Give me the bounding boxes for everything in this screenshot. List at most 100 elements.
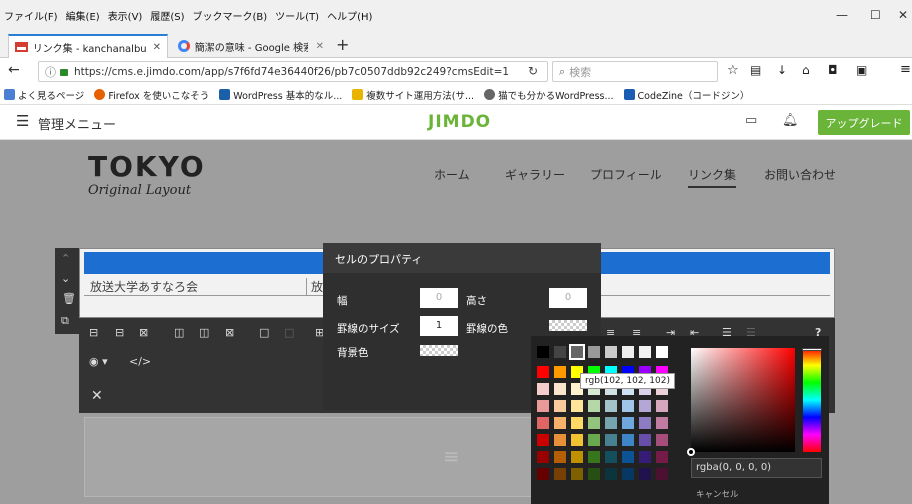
overflow-menu-icon[interactable]: ≡ [900,62,911,77]
bookmark-item[interactable]: 猫でも分かるWordPress... [484,88,614,102]
code-icon[interactable]: </> [129,355,151,368]
bell-icon[interactable]: 🔔︎ [782,113,799,128]
menu-history[interactable]: 履歴(S) [150,8,184,23]
bookmark-item[interactable]: 複数サイト運用方法(サ... [352,88,474,102]
saturation-area[interactable] [687,348,795,456]
bookmark-item[interactable]: CodeZine（コードジン） [623,88,749,102]
color-swatch[interactable] [588,468,600,480]
color-swatch[interactable] [588,451,600,463]
color-swatch[interactable] [554,346,566,358]
menu-view[interactable]: 表示(V) [108,8,143,23]
color-swatch[interactable] [537,400,549,412]
upgrade-button[interactable]: アップグレード [818,110,910,135]
color-swatch[interactable] [537,451,549,463]
search-field[interactable]: ⌕ 検索 [552,61,718,82]
color-swatch[interactable] [554,366,566,378]
width-input[interactable]: 0 [420,288,458,308]
color-swatch[interactable] [554,468,566,480]
move-up-icon[interactable]: ⌃ [61,252,70,265]
color-swatch[interactable] [588,417,600,429]
nav-item-gallery[interactable]: ギャラリー [505,166,565,183]
color-swatch[interactable] [569,344,585,360]
download-icon[interactable]: ↓ [777,63,787,77]
tab-google[interactable]: 簡潔の意味 - Google 検索 ✕ [172,34,330,58]
home-icon[interactable]: ⌂ [802,63,810,77]
bookmark-item[interactable]: WordPress 基本的なル... [219,88,342,102]
color-swatch[interactable] [622,434,634,446]
window-minimize-button[interactable]: — [836,8,848,22]
color-swatch[interactable] [622,346,634,358]
color-swatch[interactable] [605,468,617,480]
color-swatch[interactable] [656,400,668,412]
window-maximize-button[interactable]: ☐ [870,8,881,22]
color-swatch[interactable] [622,468,634,480]
hamburger-icon[interactable]: ☰ [16,112,29,130]
bookmark-item[interactable]: Firefox を使いこなそう [94,88,209,102]
color-swatch[interactable] [537,417,549,429]
menu-edit[interactable]: 編集(E) [66,8,100,23]
color-swatch[interactable] [571,468,583,480]
admin-menu-label[interactable]: 管理メニュー [38,114,116,133]
nav-item-contact[interactable]: お問い合わせ [764,166,836,183]
color-swatch[interactable] [656,417,668,429]
nav-item-home[interactable]: ホーム [434,166,470,183]
color-swatch[interactable] [605,434,617,446]
copy-icon[interactable]: ⧉ [61,314,69,328]
color-swatch[interactable] [622,451,634,463]
star-icon[interactable]: ☆ [727,63,739,78]
reader-icon[interactable]: ▤ [750,63,761,77]
paint-bucket-icon[interactable]: ◉ ▾ [89,355,108,368]
close-icon[interactable]: ✕ [91,388,103,404]
insert-col-right-icon[interactable]: ◫ [199,326,209,339]
color-swatch[interactable] [605,346,617,358]
color-swatch[interactable] [537,434,549,446]
tab-close-icon[interactable]: ✕ [153,42,161,53]
color-swatch[interactable] [537,468,549,480]
color-swatch[interactable] [656,468,668,480]
window-close-button[interactable]: ✕ [898,8,908,22]
move-down-icon[interactable]: ⌄ [61,272,70,285]
color-swatch[interactable] [537,383,549,395]
color-swatch[interactable] [554,417,566,429]
info-icon[interactable]: ⓘ [45,64,56,80]
color-swatch[interactable] [571,417,583,429]
color-swatch[interactable] [639,400,651,412]
hue-handle[interactable] [802,348,822,351]
color-swatch[interactable] [605,400,617,412]
table-cell[interactable]: 放送大学あすなろ会 [90,278,198,295]
border-size-input[interactable]: 1 [420,316,458,336]
color-swatch[interactable] [639,417,651,429]
color-swatch[interactable] [639,346,651,358]
saturation-cursor[interactable] [687,448,695,456]
color-swatch[interactable] [588,346,600,358]
nav-item-links[interactable]: リンク集 [688,166,737,188]
cell-border-icon[interactable]: □ [259,326,269,339]
insert-row-below-icon[interactable]: ⊟ [115,326,124,339]
back-arrow-icon[interactable]: ← [8,62,20,78]
url-field[interactable]: ⓘ https://cms.e.jimdo.com/app/s7f6fd74e3… [38,61,548,82]
tab-links[interactable]: リンク集 - kanchanalbumsite ✕ [8,34,168,58]
color-swatch[interactable] [622,417,634,429]
color-swatch[interactable] [537,366,549,378]
color-swatch[interactable] [554,383,566,395]
menu-bookmarks[interactable]: ブックマーク(B) [193,8,268,23]
border-color-swatch[interactable] [549,320,587,331]
delete-col-icon[interactable]: ⊠ [225,326,234,339]
trash-icon[interactable]: 🗑︎ [62,292,76,305]
insert-row-above-icon[interactable]: ⊟ [89,326,98,339]
screenshot-icon[interactable]: ▣ [856,63,867,77]
cell-no-border-icon[interactable]: □ [284,326,294,339]
color-swatch[interactable] [639,468,651,480]
new-tab-button[interactable]: + [336,35,349,54]
rgba-input[interactable]: rgba(0, 0, 0, 0) [691,458,822,478]
delete-row-icon[interactable]: ⊠ [139,326,148,339]
color-swatch[interactable] [639,451,651,463]
table-header-cell[interactable]: 名前 [182,256,204,272]
color-swatch[interactable] [605,417,617,429]
reload-icon[interactable]: ↻ [528,64,538,78]
color-swatch[interactable] [537,346,549,358]
color-swatch[interactable] [554,451,566,463]
cancel-link[interactable]: キャンセル [696,488,739,500]
color-swatch[interactable] [571,434,583,446]
tab-close-icon[interactable]: ✕ [316,41,324,52]
